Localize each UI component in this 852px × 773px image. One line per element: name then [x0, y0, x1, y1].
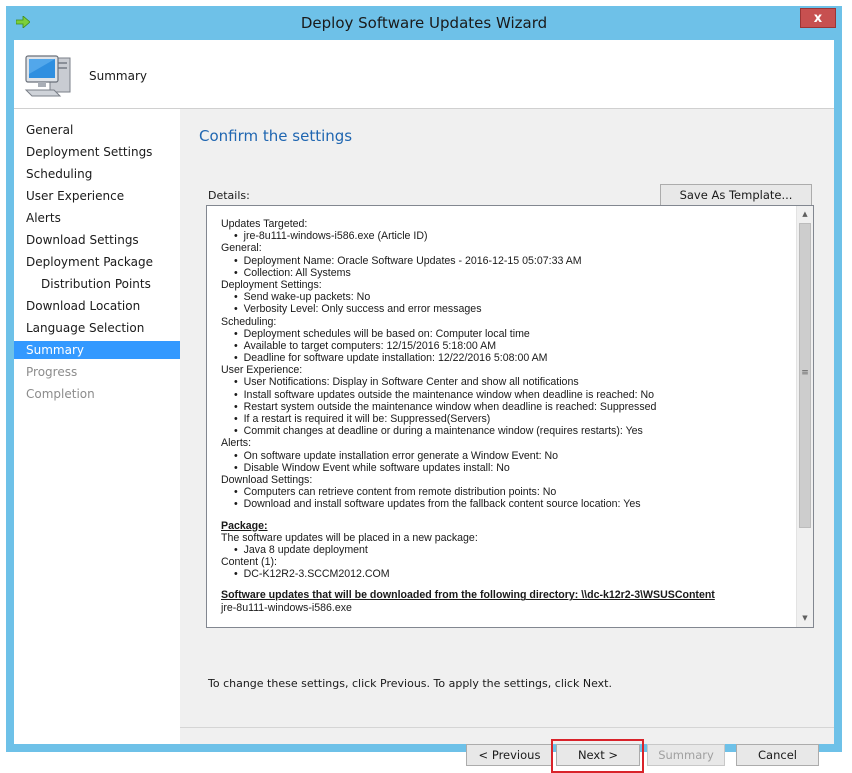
details-spacer	[221, 580, 791, 589]
details-bullet-text: Install software updates outside the mai…	[243, 388, 655, 401]
details-bullet-text: User Notifications: Display in Software …	[243, 376, 579, 389]
details-bullet: • Java 8 update deployment	[234, 543, 368, 556]
details-bullet: • Disable Window Event while software up…	[234, 461, 510, 474]
details-line: The software updates will be placed in a…	[221, 531, 478, 544]
details-bullet: • Send wake-up packets: No	[234, 291, 371, 304]
nav-item-general[interactable]: General	[14, 121, 180, 139]
details-bullet-text: Collection: All Systems	[243, 266, 351, 279]
details-bullet-text: If a restart is required it will be: Sup…	[243, 413, 491, 425]
details-bullet: • Deadline for software update installat…	[234, 352, 548, 365]
details-bullet: • jre-8u111-windows-i586.exe (Article ID…	[234, 230, 428, 243]
details-bullet-text: Restart system outside the maintenance w…	[243, 400, 657, 413]
details-bullet: • If a restart is required it will be: S…	[234, 413, 491, 425]
details-bullet-text: Deployment Name: Oracle Software Updates…	[243, 254, 582, 267]
details-bullet-text: Deadline for software update installatio…	[243, 352, 548, 365]
wizard-client-area: Summary General Deployment Settings Sche…	[14, 40, 834, 773]
header-title: Summary	[89, 69, 147, 83]
details-bullet-text: Send wake-up packets: No	[243, 291, 371, 304]
page-title: Confirm the settings	[199, 127, 353, 145]
scroll-thumb[interactable]: ≡	[799, 223, 811, 528]
details-line: User Experience:	[221, 364, 303, 377]
nav-item-summary[interactable]: Summary	[14, 341, 180, 359]
nav-item-download-location[interactable]: Download Location	[14, 297, 180, 315]
nav-item-progress: Progress	[26, 365, 78, 379]
details-line: jre-8u111-windows-i586.exe	[221, 601, 352, 614]
nav-item-distribution-points[interactable]: Distribution Points	[14, 275, 180, 293]
scroll-up-arrow-icon[interactable]: ▲	[797, 206, 813, 222]
wizard-main-panel: Confirm the settings Details: Save As Te…	[180, 109, 834, 773]
wizard-window: Deploy Software Updates Wizard x Summary…	[6, 6, 842, 773]
details-bullet-text: Deployment schedules will be based on: C…	[243, 327, 530, 340]
details-textbox[interactable]: Updates Targeted: • jre-8u111-windows-i5…	[206, 205, 814, 628]
details-line: Alerts:	[221, 437, 252, 450]
nav-item-download-settings[interactable]: Download Settings	[14, 231, 180, 249]
details-bullet-text: jre-8u111-windows-i586.exe (Article ID)	[243, 230, 428, 243]
details-bullet-text: Available to target computers: 12/15/201…	[243, 339, 497, 352]
details-scrollbar[interactable]: ▲ ≡ ▼	[796, 206, 813, 627]
details-bullet: • Deployment schedules will be based on:…	[234, 327, 530, 340]
details-bullet-text: Commit changes at deadline or during a m…	[243, 425, 643, 438]
instructions-text: To change these settings, click Previous…	[208, 677, 612, 690]
details-bullet-text: On software update installation error ge…	[243, 449, 559, 462]
close-button[interactable]: x	[800, 8, 836, 28]
details-bullet: • Restart system outside the maintenance…	[234, 400, 657, 413]
details-bullet-text: DC-K12R2-3.SCCM2012.COM	[243, 568, 390, 581]
details-bullet-text: Java 8 update deployment	[243, 543, 368, 556]
details-bullet: • Verbosity Level: Only success and erro…	[234, 303, 482, 316]
details-bullet: • Collection: All Systems	[234, 266, 351, 279]
details-line: Updates Targeted:	[221, 218, 308, 230]
wizard-nav: General Deployment Settings Scheduling U…	[14, 109, 180, 744]
details-line: Scheduling:	[221, 315, 277, 328]
next-button-highlight	[551, 739, 644, 773]
nav-item-deployment-package[interactable]: Deployment Package	[14, 253, 180, 271]
details-text: Updates Targeted: • jre-8u111-windows-i5…	[221, 218, 791, 614]
details-bullet-text: Computers can retrieve content from remo…	[243, 486, 557, 499]
wizard-header: Summary	[14, 40, 834, 109]
nav-item-scheduling[interactable]: Scheduling	[14, 165, 180, 183]
details-bullet: • Install software updates outside the m…	[234, 388, 655, 401]
details-bullet: • Deployment Name: Oracle Software Updat…	[234, 254, 582, 267]
computer-icon	[24, 55, 71, 97]
details-bullet: • Commit changes at deadline or during a…	[234, 425, 643, 438]
details-bullet: • User Notifications: Display in Softwar…	[234, 376, 579, 389]
grip-icon: ≡	[801, 368, 809, 378]
save-as-template-button[interactable]: Save As Template...	[660, 184, 812, 206]
details-bullet: • DC-K12R2-3.SCCM2012.COM	[234, 568, 390, 581]
nav-item-deployment-settings[interactable]: Deployment Settings	[14, 143, 180, 161]
details-spacer	[221, 511, 791, 520]
details-line: Download Settings:	[221, 473, 313, 486]
scroll-down-arrow-icon[interactable]: ▼	[797, 610, 813, 626]
cancel-button[interactable]: Cancel	[736, 744, 819, 766]
nav-item-alerts[interactable]: Alerts	[14, 209, 180, 227]
summary-button: Summary	[647, 744, 725, 766]
details-bullet: • Available to target computers: 12/15/2…	[234, 339, 497, 352]
details-label: Details:	[208, 189, 250, 202]
nav-item-completion: Completion	[26, 387, 95, 401]
details-download-dir-heading: Software updates that will be downloaded…	[221, 589, 715, 602]
details-package-heading: Package:	[221, 519, 268, 532]
details-bullet: • Download and install software updates …	[234, 498, 641, 511]
details-bullet: • On software update installation error …	[234, 449, 559, 462]
footer-divider	[180, 727, 834, 728]
details-line: Content (1):	[221, 556, 277, 569]
details-bullet-text: Disable Window Event while software upda…	[243, 461, 510, 474]
nav-item-user-experience[interactable]: User Experience	[14, 187, 180, 205]
window-title: Deploy Software Updates Wizard	[300, 14, 548, 32]
previous-button[interactable]: < Previous	[466, 744, 553, 766]
details-bullet-text: Verbosity Level: Only success and error …	[243, 303, 482, 316]
details-bullet: • Computers can retrieve content from re…	[234, 486, 557, 499]
nav-item-language-selection[interactable]: Language Selection	[14, 319, 180, 337]
details-line: General:	[221, 242, 262, 255]
title-bar[interactable]: Deploy Software Updates Wizard x	[6, 6, 842, 40]
details-bullet-text: Download and install software updates fr…	[243, 498, 641, 511]
details-line: Deployment Settings:	[221, 278, 322, 291]
